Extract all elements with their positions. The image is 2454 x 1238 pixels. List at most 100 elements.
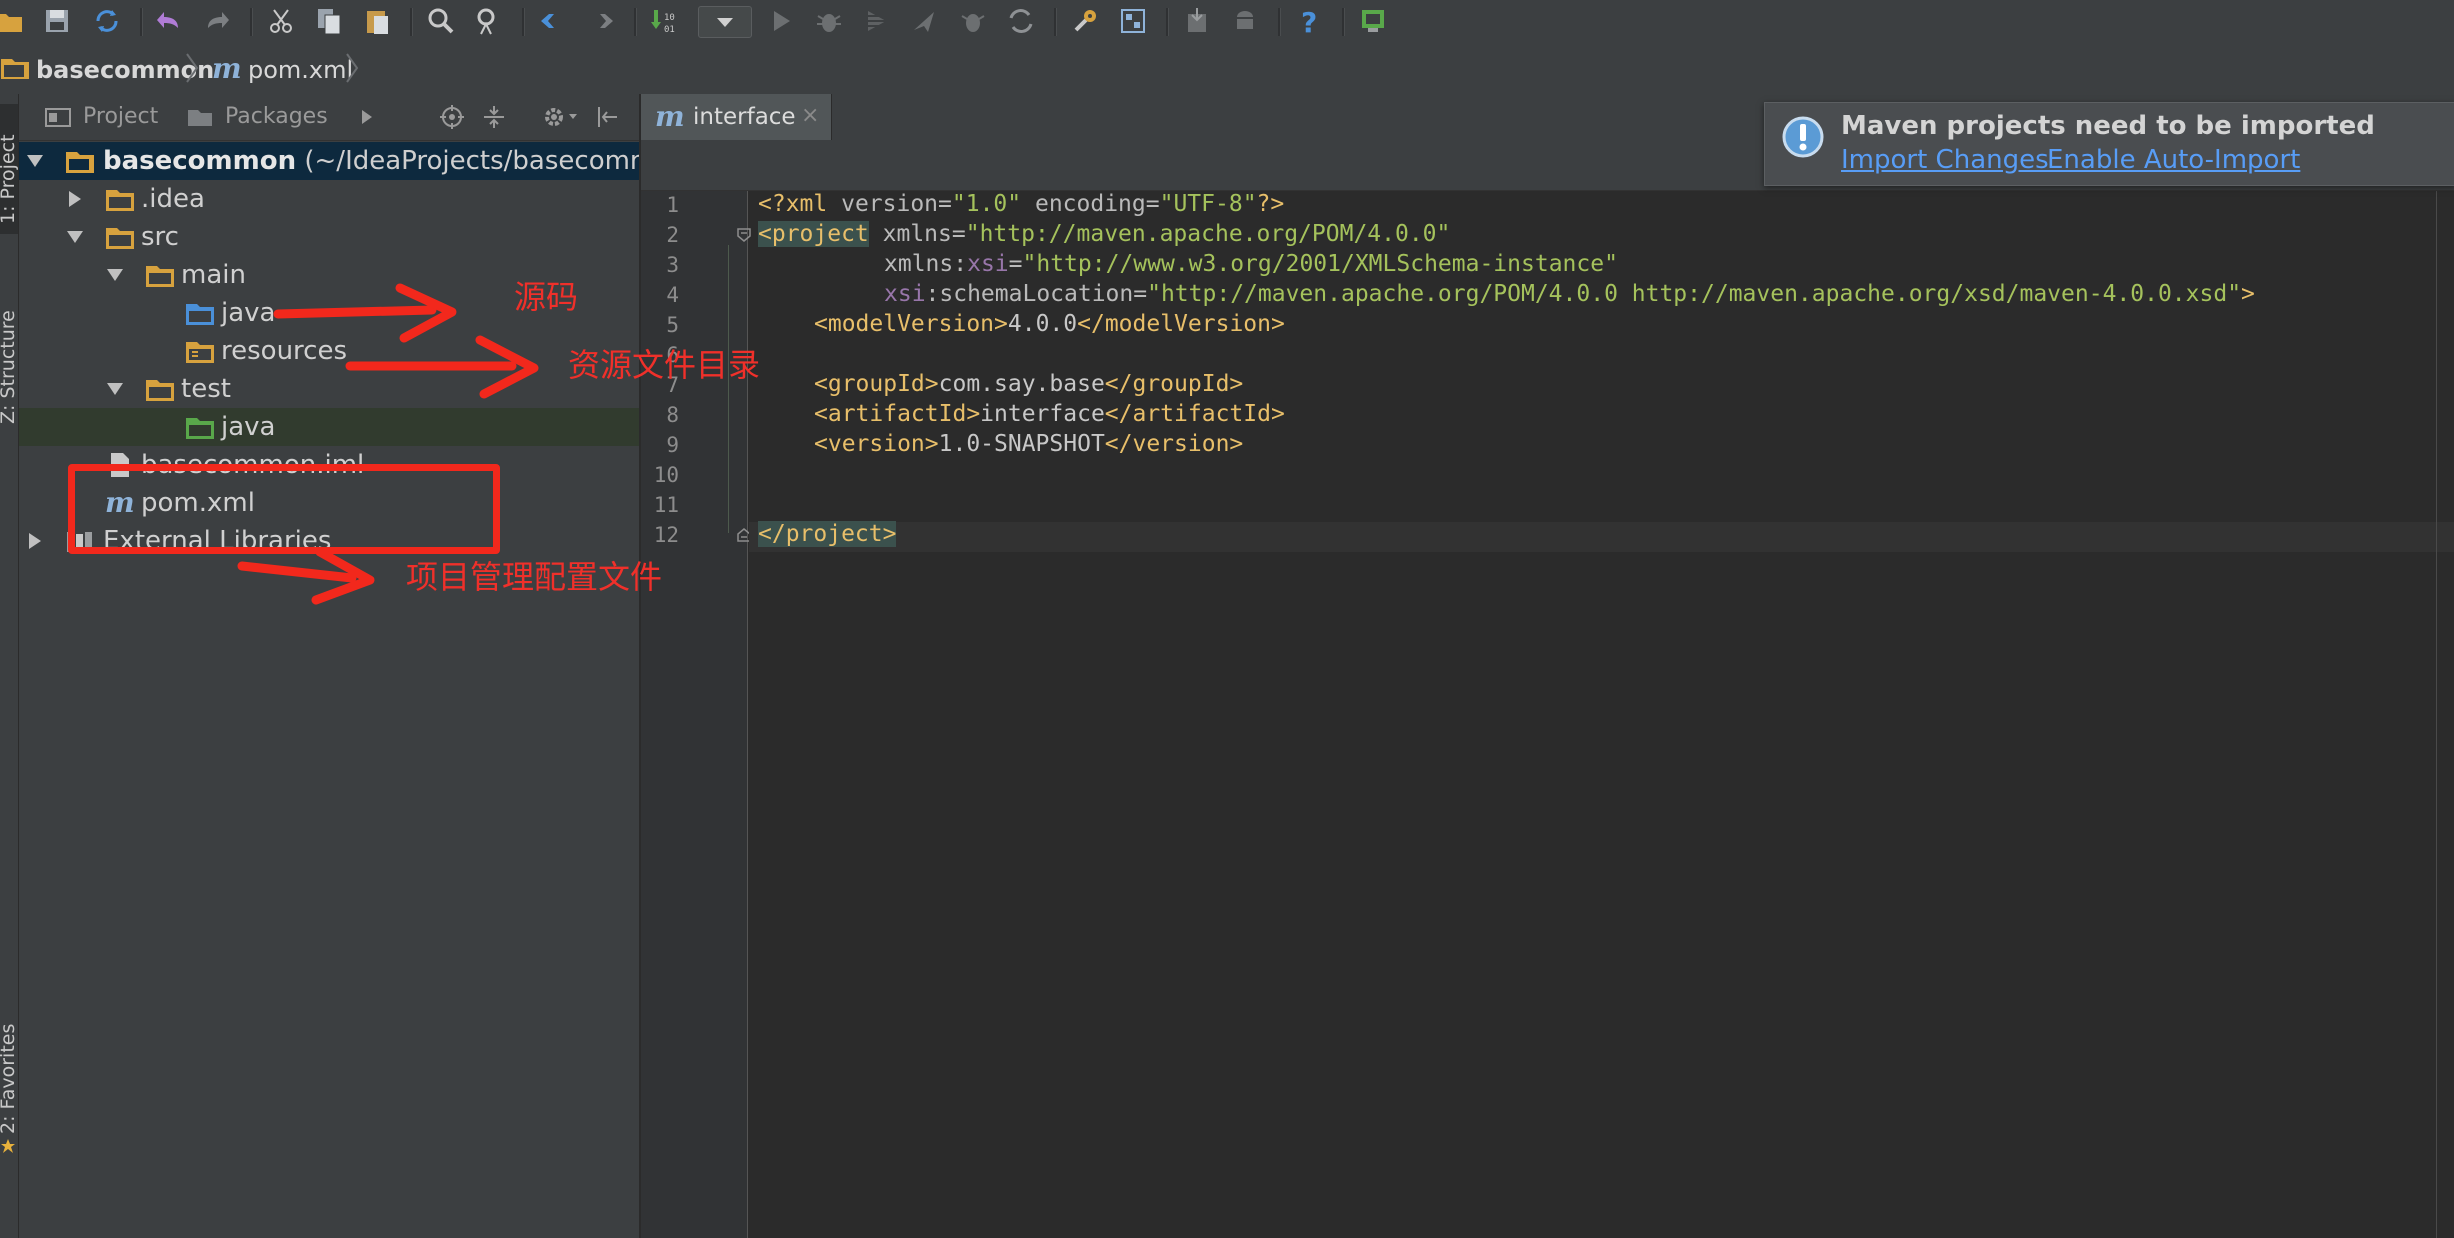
left-tool-stripe: 1: Project Z: Structure 2: Favorites	[0, 94, 19, 1238]
xml-value: "1.0"	[951, 191, 1022, 217]
tree-label-src: src	[141, 222, 179, 252]
tree-item-src[interactable]: src	[19, 218, 639, 256]
xml-attr: xmlns:	[884, 251, 968, 277]
project-panel-header: Project Packages	[19, 94, 639, 141]
xml-tag: <artifactId>	[814, 401, 981, 427]
navigation-bar: basecommon m pom.xml	[0, 42, 2454, 95]
tree-item-basecommon[interactable]: basecommon (~/IdeaProjects/basecommo	[19, 142, 639, 180]
attach-debugger-icon[interactable]	[956, 4, 990, 38]
xml-attr: encoding=	[1021, 191, 1160, 217]
replace-icon[interactable]	[472, 4, 506, 38]
folder-icon	[106, 190, 134, 211]
tree-label-idea: .idea	[141, 184, 205, 214]
sdk-manager-icon[interactable]	[1180, 4, 1214, 38]
editor-tab-interface[interactable]: m interface ×	[641, 94, 832, 140]
xml-attr: :schemaLocation=	[925, 281, 1148, 307]
line-number: 1	[666, 193, 679, 217]
cut-icon[interactable]	[264, 4, 298, 38]
database-icon[interactable]	[1356, 4, 1390, 38]
xml-text: 1.0-SNAPSHOT	[938, 431, 1105, 457]
breadcrumb-separator-icon	[186, 53, 199, 83]
debug-icon[interactable]	[812, 4, 846, 38]
project-tool-tab[interactable]: 1: Project	[0, 134, 19, 224]
tree-item-idea[interactable]: .idea	[19, 180, 639, 218]
back-arrow-icon[interactable]	[536, 4, 570, 38]
coverage-icon[interactable]	[860, 4, 894, 38]
xml-namespace: xsi	[967, 251, 1009, 277]
synchronize-icon[interactable]	[90, 4, 124, 38]
expanded-arrow-icon[interactable]	[105, 265, 125, 285]
xml-tag: </project>	[758, 521, 897, 547]
annotation-resources-label: 资源文件目录	[568, 346, 761, 384]
scroll-from-source-icon[interactable]	[439, 104, 465, 130]
xml-value: "http://www.w3.org/2001/XMLSchema-instan…	[1022, 251, 1618, 277]
open-folder-icon[interactable]	[0, 4, 26, 38]
save-icon[interactable]	[40, 4, 74, 38]
code-line-8: <artifactId>interface</artifactId>	[814, 401, 1285, 431]
fold-toggle-icon[interactable]	[737, 228, 751, 242]
xml-declaration-close: ?>	[1256, 191, 1285, 217]
code-line-3: xmlns:xsi="http://www.w3.org/2001/XMLSch…	[884, 251, 1618, 281]
more-views-arrow-icon[interactable]	[359, 108, 375, 126]
make-project-icon[interactable]: 1001	[648, 4, 682, 38]
tree-item-test-java[interactable]: java	[19, 408, 639, 446]
star-icon	[1, 1139, 15, 1153]
line-number: 4	[666, 283, 679, 307]
tree-item-test[interactable]: test	[19, 370, 639, 408]
xml-text: com.say.base	[938, 371, 1105, 397]
collapsed-arrow-icon[interactable]	[25, 531, 45, 551]
editor-tab-label: interface	[693, 104, 796, 130]
expanded-arrow-icon[interactable]	[25, 151, 45, 171]
android-icon[interactable]	[1228, 4, 1262, 38]
copy-icon[interactable]	[312, 4, 346, 38]
svg-text:10: 10	[664, 13, 675, 23]
folder-icon	[106, 228, 134, 249]
project-structure-icon[interactable]	[1116, 4, 1150, 38]
find-icon[interactable]	[424, 4, 458, 38]
run-icon[interactable]	[764, 4, 798, 38]
enable-auto-import-link[interactable]: Enable Auto-Import	[2047, 145, 2300, 175]
close-tab-icon[interactable]: ×	[801, 103, 819, 128]
xml-tag: <project	[758, 221, 869, 247]
settings-wrench-icon[interactable]	[1068, 4, 1102, 38]
project-view-tab[interactable]: Project	[83, 104, 158, 129]
folder-icon	[146, 266, 174, 287]
info-icon	[1782, 116, 1824, 158]
tree-label-test: test	[181, 374, 231, 404]
code-line-1: <?xml version="1.0" encoding="UTF-8"?>	[758, 191, 1284, 221]
svg-text:?: ?	[1301, 6, 1317, 38]
paste-icon[interactable]	[360, 4, 394, 38]
code-editor[interactable]: <?xml version="1.0" encoding="UTF-8"?> <…	[758, 191, 2454, 1238]
pom-highlight-box	[68, 464, 500, 554]
code-line-4: xsi:schemaLocation="http://maven.apache.…	[884, 281, 2255, 311]
collapse-all-icon[interactable]	[481, 104, 507, 130]
breadcrumb-separator-icon	[346, 53, 359, 83]
collapsed-arrow-icon[interactable]	[65, 189, 85, 209]
profile-icon[interactable]	[908, 4, 942, 38]
tree-label-main-java: java	[221, 298, 276, 328]
test-root-folder-icon	[186, 418, 214, 439]
redo-icon[interactable]	[200, 4, 234, 38]
forward-arrow-icon[interactable]	[584, 4, 618, 38]
breadcrumb-file[interactable]: pom.xml	[248, 56, 353, 84]
packages-view-tab[interactable]: Packages	[225, 104, 328, 129]
undo-icon[interactable]	[152, 4, 186, 38]
help-icon[interactable]: ?	[1292, 4, 1326, 38]
run-configuration-dropdown[interactable]	[698, 6, 752, 38]
import-changes-link[interactable]: Import Changes	[1841, 145, 2049, 175]
tree-root-path: (~/IdeaProjects/basecommo	[296, 146, 641, 176]
tree-item-resources[interactable]: resources	[19, 332, 639, 370]
favorites-tool-tab[interactable]: 2: Favorites	[0, 1024, 19, 1134]
gear-icon[interactable]	[541, 104, 581, 130]
project-panel: Project Packages basecommon (~/IdeaProje…	[19, 94, 641, 1238]
expanded-arrow-icon[interactable]	[65, 227, 85, 247]
line-number: 9	[666, 433, 679, 457]
chevron-down-icon	[717, 18, 733, 27]
structure-tool-tab[interactable]: Z: Structure	[0, 310, 19, 424]
xml-attr: version=	[827, 191, 952, 217]
expanded-arrow-icon[interactable]	[105, 379, 125, 399]
hide-panel-icon[interactable]	[595, 104, 621, 130]
xml-tag: </modelVersion>	[1077, 311, 1285, 337]
folder-icon	[146, 380, 174, 401]
reload-changes-icon[interactable]	[1004, 4, 1038, 38]
